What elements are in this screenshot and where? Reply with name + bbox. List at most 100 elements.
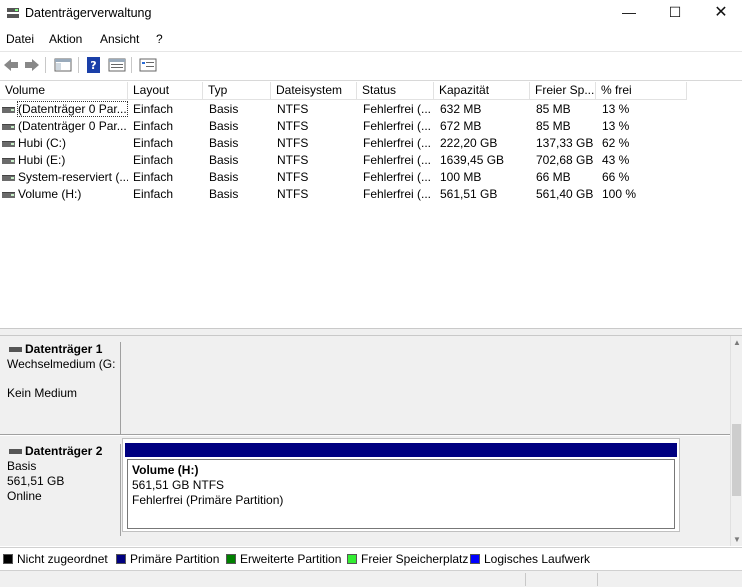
pct-cell: 13 % <box>602 102 630 116</box>
legend-logical-drive: Logisches Laufwerk <box>470 552 590 566</box>
window-title: Datenträgerverwaltung <box>25 6 152 20</box>
disk-management-app-icon <box>7 8 19 18</box>
pct-cell: 62 % <box>602 136 630 150</box>
table-row[interactable]: Hubi (E:) Einfach Basis NTFS Fehlerfrei … <box>0 152 742 169</box>
help-icon[interactable]: ? <box>84 55 104 75</box>
free-cell: 85 MB <box>536 102 571 116</box>
pct-cell: 66 % <box>602 170 630 184</box>
toolbar-separator <box>131 57 132 73</box>
fs-cell: NTFS <box>277 119 309 133</box>
layout-cell: Einfach <box>133 102 174 116</box>
volume-icon <box>2 192 15 198</box>
fs-cell: NTFS <box>277 102 309 116</box>
fs-cell: NTFS <box>277 153 309 167</box>
column-header-volume[interactable]: Volume <box>0 82 128 100</box>
capacity-cell: 672 MB <box>440 119 482 133</box>
partition-status: Fehlerfrei (Primäre Partition) <box>132 493 284 507</box>
status-cell: Fehlerfrei (... <box>363 119 432 133</box>
menu-help[interactable]: ? <box>156 32 163 46</box>
volume-icon <box>2 141 15 147</box>
legend-unallocated: Nicht zugeordnet <box>3 552 108 566</box>
disk-row-separator <box>0 434 730 436</box>
disk-view-scrollbar[interactable]: ▲ ▼ <box>730 336 742 546</box>
fs-cell: NTFS <box>277 170 309 184</box>
typ-cell: Basis <box>209 187 239 201</box>
capacity-cell: 100 MB <box>440 170 482 184</box>
layout-cell: Einfach <box>133 170 174 184</box>
free-cell: 561,40 GB <box>536 187 594 201</box>
view-icon[interactable] <box>138 55 158 75</box>
properties-icon[interactable] <box>107 55 127 75</box>
status-bar <box>0 570 742 587</box>
pane-splitter[interactable] <box>0 328 742 336</box>
free-cell: 85 MB <box>536 119 571 133</box>
table-row[interactable]: Volume (H:) Einfach Basis NTFS Fehlerfre… <box>0 186 742 203</box>
column-header-typ[interactable]: Typ <box>203 82 271 100</box>
menu-datei[interactable]: Datei <box>6 32 34 46</box>
fs-cell: NTFS <box>277 187 309 201</box>
disk1-empty-area <box>122 342 730 434</box>
capacity-cell: 1639,45 GB <box>440 153 505 167</box>
column-header-prozent-frei[interactable]: % frei <box>596 82 687 100</box>
legend-swatch <box>3 554 13 564</box>
title-bar: Datenträgerverwaltung — ☐ ✕ <box>0 0 742 27</box>
partition-details: Volume (H:) 561,51 GB NTFS Fehlerfrei (P… <box>127 459 675 529</box>
maximize-button[interactable]: ☐ <box>652 0 698 27</box>
disk2-label-panel[interactable]: Datenträger 2 Basis 561,51 GB Online <box>0 444 121 536</box>
volume-icon <box>2 175 15 181</box>
volume-cell: Volume (H:) <box>0 186 128 203</box>
disk2-name: Datenträger 2 <box>7 444 120 459</box>
column-header-dateisystem[interactable]: Dateisystem <box>271 82 357 100</box>
legend-swatch <box>226 554 236 564</box>
column-header-freier-speicher[interactable]: Freier Sp... <box>530 82 596 100</box>
typ-cell: Basis <box>209 102 239 116</box>
table-row[interactable]: System-reserviert (... Einfach Basis NTF… <box>0 169 742 186</box>
disk2-type: Basis <box>7 459 37 473</box>
layout-cell: Einfach <box>133 153 174 167</box>
status-segment <box>526 573 598 586</box>
scroll-up-icon[interactable]: ▲ <box>733 338 741 347</box>
volume-icon <box>2 107 15 113</box>
disk1-media: Kein Medium <box>7 386 78 400</box>
legend-swatch <box>347 554 357 564</box>
partition-volume-h[interactable]: Volume (H:) 561,51 GB NTFS Fehlerfrei (P… <box>122 438 680 532</box>
column-header-layout[interactable]: Layout <box>128 82 203 100</box>
legend-swatch <box>470 554 480 564</box>
layout-cell: Einfach <box>133 119 174 133</box>
status-cell: Fehlerfrei (... <box>363 153 432 167</box>
capacity-cell: 222,20 GB <box>440 136 498 150</box>
column-header-kapazitaet[interactable]: Kapazität <box>434 82 530 100</box>
column-header-status[interactable]: Status <box>357 82 434 100</box>
disk1-type: Wechselmedium (G: <box>7 357 116 371</box>
capacity-cell: 561,51 GB <box>440 187 498 201</box>
toolbar-separator <box>45 57 46 73</box>
disk2-size: 561,51 GB <box>7 474 65 488</box>
forward-icon[interactable] <box>22 55 42 75</box>
disk1-label-panel[interactable]: Datenträger 1 Wechselmedium (G: Kein Med… <box>0 342 121 434</box>
close-button[interactable]: ✕ <box>698 0 742 27</box>
table-row[interactable]: (Datenträger 0 Par... Einfach Basis NTFS… <box>0 118 742 135</box>
volume-cell: (Datenträger 0 Par... <box>0 118 128 135</box>
free-cell: 66 MB <box>536 170 571 184</box>
volume-cell: (Datenträger 0 Par... <box>0 101 128 118</box>
console-tree-icon[interactable] <box>53 55 73 75</box>
scrollbar-thumb[interactable] <box>732 424 741 496</box>
typ-cell: Basis <box>209 119 239 133</box>
legend-extended: Erweiterte Partition <box>226 552 341 566</box>
free-cell: 137,33 GB <box>536 136 594 150</box>
minimize-button[interactable]: — <box>606 0 652 27</box>
table-row[interactable]: (Datenträger 0 Par... Einfach Basis NTFS… <box>0 101 742 118</box>
scroll-down-icon[interactable]: ▼ <box>733 535 741 544</box>
typ-cell: Basis <box>209 153 239 167</box>
partition-type-bar <box>125 443 677 457</box>
table-row[interactable]: Hubi (C:) Einfach Basis NTFS Fehlerfrei … <box>0 135 742 152</box>
status-cell: Fehlerfrei (... <box>363 187 432 201</box>
menu-ansicht[interactable]: Ansicht <box>100 32 139 46</box>
back-icon[interactable] <box>1 55 21 75</box>
status-cell: Fehlerfrei (... <box>363 102 432 116</box>
layout-cell: Einfach <box>133 136 174 150</box>
status-segment <box>0 573 526 586</box>
volume-icon <box>2 158 15 164</box>
menu-aktion[interactable]: Aktion <box>49 32 82 46</box>
